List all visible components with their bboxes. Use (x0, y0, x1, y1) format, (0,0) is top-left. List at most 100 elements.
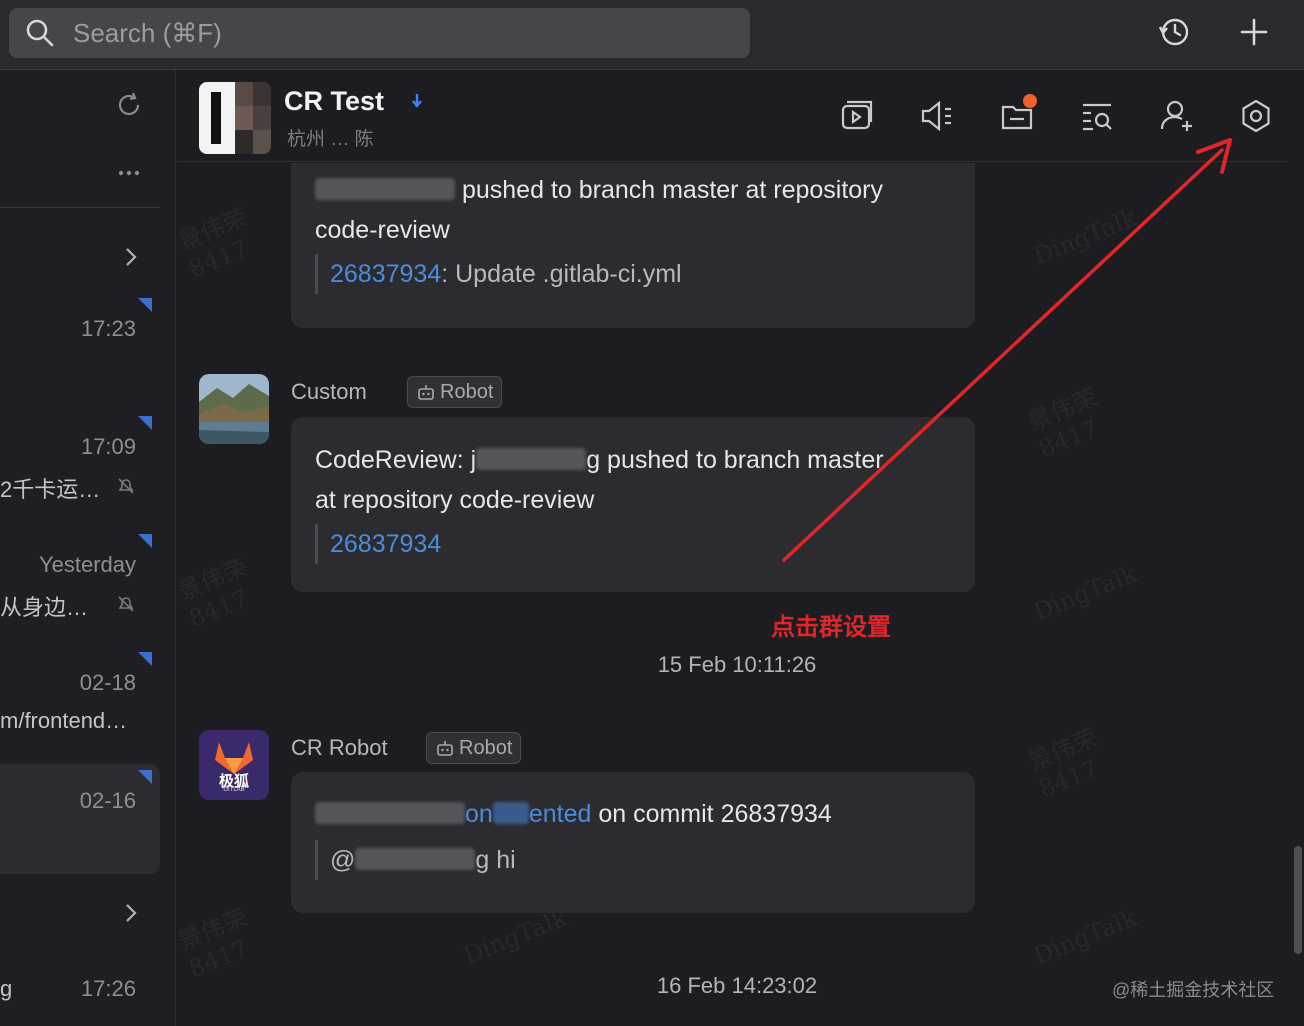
conversation-time: Yesterday (38, 552, 136, 577)
more-icon[interactable] (112, 156, 146, 190)
conversation-item-active[interactable]: 02-16 (0, 764, 160, 874)
message-bubble[interactable]: CodeReview: j g pushed to branch master a… (291, 417, 975, 592)
group-subtitle: 杭州 … 陈 (287, 129, 374, 150)
robot-tag: Robot (407, 376, 503, 408)
sender-name: Custom (291, 379, 367, 404)
group-avatar[interactable] (199, 82, 271, 154)
unread-corner (138, 770, 152, 784)
top-bar: Search (⌘F) (0, 0, 1304, 70)
watermark: DingTalk (459, 903, 571, 971)
redacted-text (355, 848, 476, 870)
search-icon (26, 19, 54, 47)
message-line: CodeReview: j g pushed to branch master (315, 440, 951, 480)
watermark: 景伟荣 8417 (174, 903, 253, 984)
watermark: 景伟荣 8417 (174, 203, 253, 284)
robot-icon (418, 385, 434, 400)
robot-icon (437, 741, 453, 756)
group-title: CR Test (284, 86, 385, 116)
message-line: pushed to branch master at repository (315, 170, 951, 210)
unread-corner (138, 534, 152, 548)
conversation-sidebar: 17:23 17:09 2千卡运… Yesterday 从身边… 02-18 m… (0, 70, 176, 1026)
redacted-text (476, 448, 587, 470)
message-timestamp: 16 Feb 14:23:02 (656, 973, 818, 998)
avatar-sublabel: GITLAB (223, 787, 245, 793)
robot-tag: Robot (426, 732, 522, 764)
source-credit: @稀土掘金技术社区 (1112, 980, 1275, 1000)
conversation-item[interactable]: 17:09 2千卡运… (0, 410, 160, 520)
commit-quote: 26837934 (315, 524, 951, 564)
conversation-item[interactable]: 02-18 m/frontend… (0, 646, 160, 756)
message-timestamp: 15 Feb 10:11:26 (657, 652, 817, 677)
message-link[interactable]: ented (529, 800, 592, 828)
watermark: 景伟荣 8417 (1024, 383, 1103, 464)
conversation-time: 17:09 (80, 434, 136, 459)
sidebar-divider (0, 207, 160, 208)
chat-header: CR Test 杭州 … 陈 (177, 70, 1287, 162)
announcement-icon[interactable] (915, 94, 959, 138)
settings-icon[interactable] (1234, 94, 1278, 138)
search-history-icon[interactable] (1075, 94, 1119, 138)
message-bubble[interactable]: on ented on commit 26837934 @ g hi (291, 772, 975, 913)
watermark: 景伟荣 8417 (174, 553, 253, 634)
commit-link[interactable]: 26837934 (330, 260, 441, 288)
commit-quote: 26837934: Update .gitlab-ci.yml (315, 254, 951, 294)
conversation-snippet: g (0, 976, 13, 1001)
redacted-text (315, 802, 465, 824)
conversation-time: 17:23 (80, 316, 136, 341)
conversation-time: 02-18 (79, 670, 136, 695)
conversation-snippet: 2千卡运… (0, 477, 101, 502)
message-bubble[interactable]: pushed to branch master at repository co… (291, 163, 975, 328)
mention-prefix: @ (330, 846, 356, 874)
message-text: CodeReview: j (315, 446, 477, 474)
scrollbar[interactable] (1294, 846, 1302, 954)
group-avatar-image (199, 82, 271, 154)
comment-text: g hi (475, 846, 516, 874)
message-text: at repository code-review (315, 486, 595, 514)
conversation-item[interactable]: 17:23 (0, 292, 160, 402)
pin-icon (412, 94, 422, 108)
message-link[interactable]: on (465, 800, 493, 828)
robot-tag-label: Robot (440, 380, 494, 403)
mute-icon (118, 596, 134, 612)
message-text: pushed to branch master at repository (461, 176, 884, 204)
chevron-right-icon[interactable] (114, 896, 148, 930)
notification-dot (1023, 94, 1037, 108)
watermark: DingTalk (1029, 559, 1141, 627)
conversation-item[interactable]: 17:26 g (0, 950, 160, 1026)
unread-corner (138, 652, 152, 666)
search-input[interactable]: Search (⌘F) (9, 8, 750, 58)
search-placeholder: Search (⌘F) (73, 17, 222, 48)
sender-name: CR Robot (291, 735, 388, 760)
message-text: pushed to branch master (600, 446, 884, 474)
add-member-icon[interactable] (1155, 94, 1199, 138)
video-meeting-icon[interactable] (835, 94, 879, 138)
comment-quote: @ g hi (315, 840, 951, 880)
redacted-text (492, 802, 529, 824)
watermark: DingTalk (1029, 203, 1141, 271)
message-text: g (586, 446, 601, 474)
refresh-icon[interactable] (112, 88, 146, 122)
commit-message: : Update .gitlab-ci.yml (441, 260, 682, 288)
mute-icon (118, 478, 134, 494)
robot-tag-label: Robot (459, 736, 513, 759)
redacted-text (315, 178, 455, 200)
landscape-avatar-image (199, 374, 269, 444)
message-text: on commit 26837934 (591, 800, 832, 828)
conversation-item[interactable]: Yesterday 从身边… (0, 528, 160, 638)
files-icon[interactable] (995, 94, 1039, 138)
sender-avatar[interactable]: 极狐 GITLAB (199, 730, 269, 800)
watermark: DingTalk (1029, 903, 1141, 971)
plus-icon[interactable] (1234, 12, 1274, 52)
message-list[interactable]: 景伟荣 8417 DingTalk 景伟荣 8417 景伟荣 8417 DingTal… (174, 163, 1287, 1026)
history-icon[interactable] (1154, 12, 1194, 52)
sender-avatar[interactable] (199, 374, 269, 444)
unread-corner (138, 416, 152, 430)
chevron-right-icon[interactable] (114, 240, 148, 274)
commit-link[interactable]: 26837934 (330, 530, 441, 558)
conversation-snippet: m/frontend… (0, 708, 128, 733)
unread-corner (138, 298, 152, 312)
conversation-time: 17:26 (80, 976, 136, 1001)
annotation-label: 点击群设置 (771, 614, 891, 641)
conversation-snippet: 从身边… (0, 595, 89, 620)
watermark: 景伟荣 8417 (1024, 723, 1103, 804)
